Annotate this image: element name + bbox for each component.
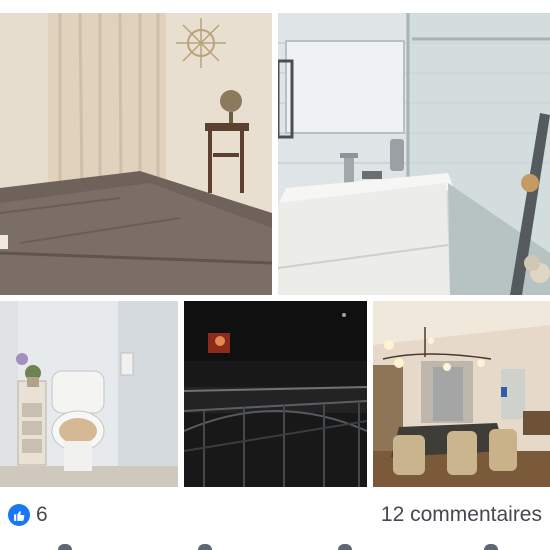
reaction-count: 6 bbox=[36, 503, 48, 526]
like-icon bbox=[8, 504, 30, 526]
photo-grid bbox=[0, 0, 550, 488]
photo-balcony-night[interactable] bbox=[184, 301, 367, 487]
like-action-icon[interactable] bbox=[58, 544, 72, 550]
reactions-summary[interactable]: 6 bbox=[8, 503, 48, 527]
photo-bathroom[interactable] bbox=[278, 13, 550, 295]
action-bar-partial bbox=[0, 544, 550, 550]
photo-toilet[interactable] bbox=[0, 301, 178, 487]
share-action-icon[interactable] bbox=[484, 544, 498, 550]
photo-dining-room[interactable] bbox=[373, 301, 550, 487]
comment-action-icon[interactable] bbox=[198, 544, 212, 550]
comments-count-link[interactable]: 12 commentaires bbox=[381, 503, 542, 527]
messenger-action-icon[interactable] bbox=[338, 544, 352, 550]
photo-bedroom[interactable] bbox=[0, 13, 272, 295]
